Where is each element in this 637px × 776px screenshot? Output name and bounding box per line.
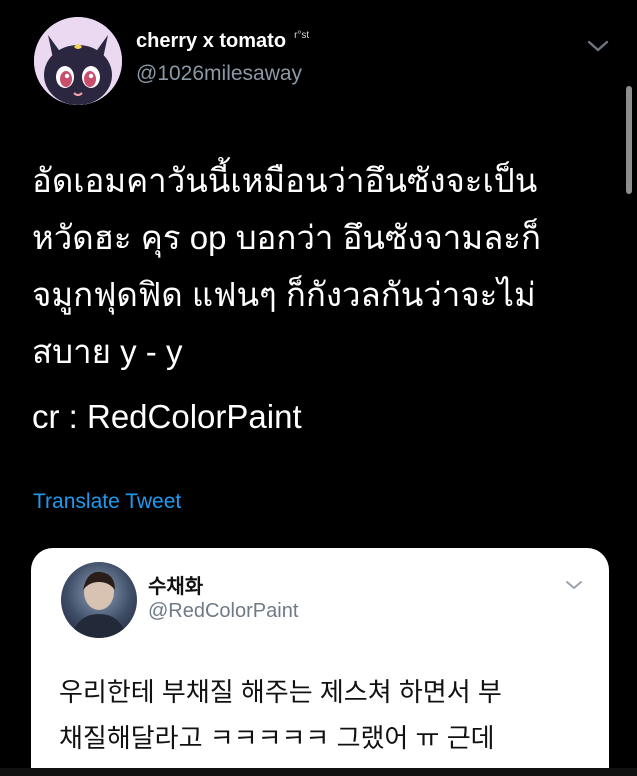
tweet-credit: cr : RedColorPaint	[32, 398, 302, 435]
tweet-line: หวัดฮะ คุร op บอกว่า อึนซังจามละก็	[32, 219, 542, 256]
bottom-edge	[0, 768, 637, 776]
quoted-handle[interactable]: @RedColorPaint	[148, 600, 298, 623]
quoted-tweet-text: 우리한테 부채질 해주는 제스쳐 하면서 부 채질해달라고 ㅋㅋㅋㅋㅋ 그랬어 …	[59, 669, 599, 761]
author-handle[interactable]: @1026milesaway	[136, 62, 302, 86]
tweet-line: จมูกฟุดฟิด แฟนๆ ก็กังวลกันว่าจะไม่	[32, 276, 536, 313]
author-name-badge: r°st	[294, 30, 310, 41]
quoted-display-name[interactable]: 수채화	[148, 570, 203, 599]
tweet-text: อัดเอมคาวันนี้เหมือนว่าอึนซังจะเป็น หวัด…	[32, 152, 622, 380]
user-photo-avatar[interactable]	[61, 562, 137, 638]
translate-tweet-link[interactable]: Translate Tweet	[33, 490, 181, 514]
scrollbar[interactable]	[626, 86, 632, 194]
tweet-line: อัดเอมคาวันนี้เหมือนว่าอึนซังจะเป็น	[32, 162, 538, 199]
black-cat-avatar-icon	[34, 17, 122, 105]
person-silhouette-icon	[71, 571, 127, 638]
tweet-screen: cherry x tomato r°st @1026milesaway อัดเอ…	[0, 0, 637, 776]
quoted-line: 우리한테 부채질 해주는 제스쳐 하면서 부	[59, 677, 502, 707]
author-avatar[interactable]	[34, 17, 122, 105]
author-display-name[interactable]: cherry x tomato r°st	[136, 30, 309, 53]
chevron-down-icon[interactable]	[586, 36, 610, 56]
chevron-down-icon[interactable]	[565, 579, 583, 591]
author-name-text: cherry x tomato	[136, 30, 287, 52]
quoted-line: 채질해달라고 ㅋㅋㅋㅋㅋ 그랬어 ㅠ 근데	[59, 723, 495, 753]
quoted-tweet-card[interactable]: 수채화 @RedColorPaint 우리한테 부채질 해주는 제스쳐 하면서 …	[31, 548, 609, 776]
tweet-line: สบาย y - y	[32, 333, 183, 370]
